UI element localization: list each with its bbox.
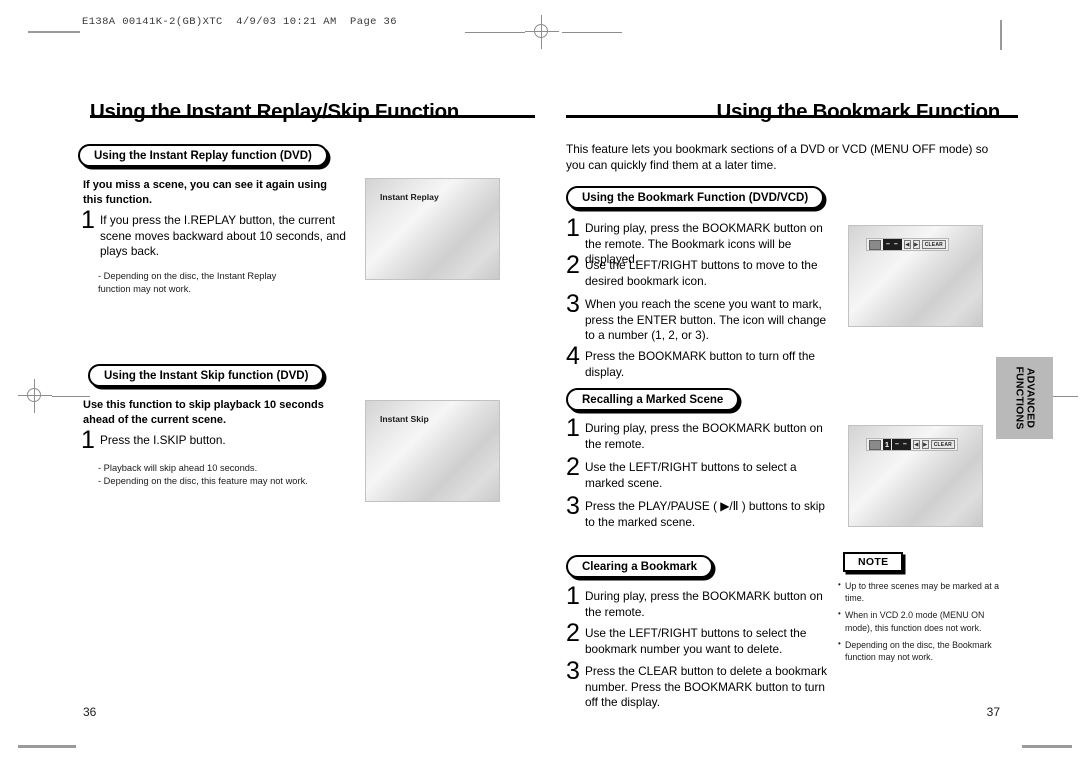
step-number: 3	[566, 492, 580, 520]
bookmark-icon	[869, 439, 881, 450]
tv-screen-label: Instant Skip	[380, 414, 429, 424]
step-text: During play, press the BOOKMARK button o…	[585, 589, 823, 619]
footnote-line: - Depending on the disc, the Instant Rep…	[98, 271, 277, 281]
step-number: 2	[566, 453, 580, 481]
step-text: Press the PLAY/PAUSE ( ▶/Ⅱ ) buttons to …	[585, 499, 825, 529]
osd-left-button: ◀	[903, 240, 911, 249]
bookmark-icon	[869, 239, 881, 250]
right-page-title: Using the Bookmark Function	[716, 99, 1001, 123]
footnote-line: - Playback will skip ahead 10 seconds.	[98, 463, 258, 473]
recall-step-1: 1 During play, press the BOOKMARK button…	[566, 414, 831, 452]
section-badge-label: Using the Instant Skip function (DVD)	[104, 369, 309, 382]
section-badge-label: Clearing a Bookmark	[582, 560, 698, 573]
osd-dashes: – –	[892, 439, 911, 450]
instant-replay-lead: If you miss a scene, you can see it agai…	[83, 179, 327, 206]
left-page: Using the Instant Replay/Skip Function U…	[60, 0, 535, 763]
section-badge-label: Recalling a Marked Scene	[582, 393, 724, 406]
tv-screen-instant-replay: Instant Replay	[365, 178, 500, 280]
note-badge-label: NOTE	[858, 556, 889, 568]
right-title-rule	[566, 115, 1018, 118]
osd-dashes: – –	[883, 239, 902, 250]
step-number: 2	[566, 251, 580, 279]
step-text: When you reach the scene you want to mar…	[585, 297, 827, 342]
osd-clear-label: CLEAR	[921, 240, 946, 249]
bookmark-step-3: 3 When you reach the scene you want to m…	[566, 290, 836, 344]
osd-bookmark-bar: 1 – – ◀ ▶ CLEAR	[866, 438, 958, 451]
section-badge-label: Using the Bookmark Function (DVD/VCD)	[582, 191, 809, 204]
step-number: 1	[566, 414, 580, 442]
side-tab-advanced-functions: ADVANCED FUNCTIONS	[996, 357, 1053, 439]
step-number: 1	[81, 426, 95, 454]
instant-skip-step-1: 1 Press the I.SKIP button.	[81, 426, 349, 454]
recall-step-2: 2 Use the LEFT/RIGHT buttons to select a…	[566, 453, 831, 491]
step-text: Press the CLEAR button to delete a bookm…	[585, 664, 827, 709]
step-text: Use the LEFT/RIGHT buttons to move to th…	[585, 258, 818, 288]
step-number: 2	[566, 619, 580, 647]
osd-bookmark-bar: – – ◀ ▶ CLEAR	[866, 238, 949, 251]
step-text: Press the BOOKMARK button to turn off th…	[585, 349, 815, 379]
bookmark-step-4: 4 Press the BOOKMARK button to turn off …	[566, 342, 836, 380]
tv-screen-bookmark-icons: – – ◀ ▶ CLEAR	[848, 225, 983, 327]
step-text: If you press the I.REPLAY button, the cu…	[100, 213, 346, 258]
osd-right-button: ▶	[921, 440, 929, 449]
note-item: When in VCD 2.0 mode (MENU ON mode), thi…	[838, 608, 1013, 633]
section-badge-bookmark-function: Using the Bookmark Function (DVD/VCD)	[566, 186, 825, 209]
footnote-line: - Depending on the disc, this feature ma…	[98, 475, 308, 486]
osd-bookmark-number: 1	[883, 439, 891, 450]
tv-screen-marked-bookmark: 1 – – ◀ ▶ CLEAR	[848, 425, 983, 527]
step-text: Use the LEFT/RIGHT buttons to select the…	[585, 626, 807, 656]
tv-screen-label: Instant Replay	[380, 192, 439, 202]
note-badge: NOTE	[843, 552, 904, 572]
osd-right-button: ▶	[912, 240, 920, 249]
step-number: 1	[566, 582, 580, 610]
clear-step-3: 3 Press the CLEAR button to delete a boo…	[566, 657, 831, 711]
instant-replay-footnote: - Depending on the disc, the Instant Rep…	[98, 270, 338, 295]
registration-mark-left	[18, 379, 52, 413]
crop-mark-bottom-right	[1022, 745, 1072, 748]
section-badge-recalling-scene: Recalling a Marked Scene	[566, 388, 740, 411]
instant-skip-lead: Use this function to skip playback 10 se…	[83, 399, 324, 426]
step-text: Use the LEFT/RIGHT buttons to select a m…	[585, 460, 797, 490]
recall-step-3: 3 Press the PLAY/PAUSE ( ▶/Ⅱ ) buttons t…	[566, 492, 831, 530]
step-number: 4	[566, 342, 580, 370]
bookmark-step-2: 2 Use the LEFT/RIGHT buttons to move to …	[566, 251, 836, 289]
step-number: 3	[566, 657, 580, 685]
right-page-number: 37	[986, 705, 1000, 719]
osd-clear-label: CLEAR	[930, 440, 955, 449]
note-item: Up to three scenes may be marked at a ti…	[838, 579, 1013, 604]
right-page: Using the Bookmark Function This feature…	[548, 0, 1018, 763]
step-number: 3	[566, 290, 580, 318]
left-title-rule	[90, 115, 535, 118]
left-page-title: Using the Instant Replay/Skip Function	[90, 99, 460, 123]
section-badge-clearing-bookmark: Clearing a Bookmark	[566, 555, 714, 578]
step-number: 1	[81, 206, 95, 234]
step-text: Press the I.SKIP button.	[100, 433, 226, 447]
bookmark-intro: This feature lets you bookmark sections …	[566, 142, 989, 172]
step-number: 1	[566, 214, 580, 242]
clear-step-2: 2 Use the LEFT/RIGHT buttons to select t…	[566, 619, 831, 657]
instant-replay-step-1: 1 If you press the I.REPLAY button, the …	[81, 206, 349, 260]
section-badge-label: Using the Instant Replay function (DVD)	[94, 149, 312, 162]
instant-skip-footnote: - Playback will skip ahead 10 seconds. -…	[98, 462, 363, 487]
note-list: Up to three scenes may be marked at a ti…	[838, 579, 1013, 668]
note-item: Depending on the disc, the Bookmark func…	[838, 638, 1013, 663]
side-tab-label: ADVANCED FUNCTIONS	[1013, 366, 1037, 430]
clear-step-1: 1 During play, press the BOOKMARK button…	[566, 582, 831, 620]
section-badge-instant-replay: Using the Instant Replay function (DVD)	[78, 144, 328, 167]
section-badge-instant-skip: Using the Instant Skip function (DVD)	[88, 364, 325, 387]
footnote-line: function may not work.	[98, 283, 192, 294]
step-text: During play, press the BOOKMARK button o…	[585, 421, 823, 451]
tv-screen-instant-skip: Instant Skip	[365, 400, 500, 502]
osd-left-button: ◀	[912, 440, 920, 449]
left-page-number: 36	[83, 705, 97, 719]
